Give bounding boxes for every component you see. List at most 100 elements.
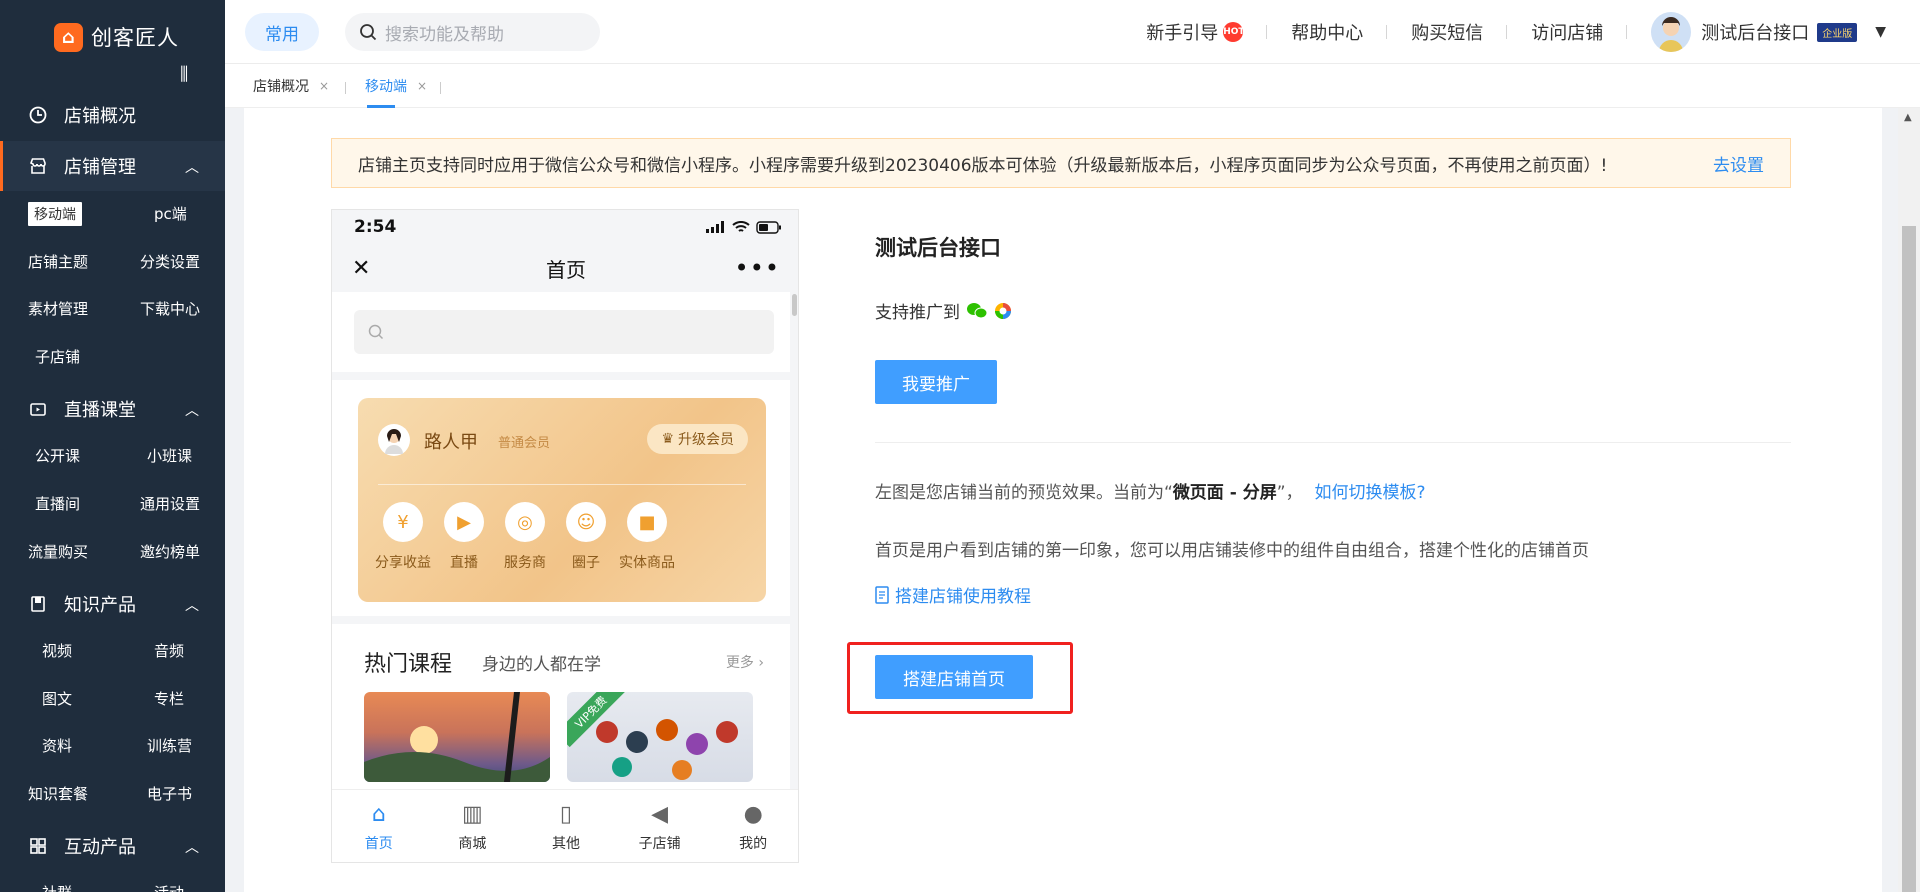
tab-overview[interactable]: 店铺概况 ×: [253, 64, 329, 108]
sidebar-section-label: 店铺管理: [64, 157, 136, 178]
tab-mobile[interactable]: 移动端 ×: [365, 64, 427, 108]
sidebar-item-bundle[interactable]: 知识套餐: [28, 783, 88, 804]
nav-help-center[interactable]: 帮助中心: [1267, 19, 1388, 45]
phone-tab-substore[interactable]: ◀ 子店铺: [613, 790, 707, 862]
sidebar-item-download[interactable]: 下载中心: [140, 298, 200, 319]
sidebar-item-ebook[interactable]: 电子书: [147, 783, 192, 804]
sidebar-section-shop[interactable]: 店铺管理 ︿: [0, 141, 225, 191]
sidebar-item-activity[interactable]: 活动: [154, 882, 184, 892]
phone-search-input[interactable]: [354, 310, 774, 354]
nav-visit-store[interactable]: 访问店铺: [1507, 19, 1628, 45]
phone-tab-mall[interactable]: ▥ 商城: [426, 790, 520, 862]
grid-icon: [28, 836, 48, 856]
sidebar-item-category[interactable]: 分类设置: [140, 251, 200, 272]
member-section: 路人甲 普通会员 ♛ 升级会员 ¥ 分享收益 ▶ 直播 ◎ 服务商 ☺ 圈子 ■…: [332, 380, 790, 616]
medal-icon: ◎: [505, 502, 545, 542]
build-homepage-button[interactable]: 搭建店铺首页: [875, 655, 1033, 699]
notice-settings-link[interactable]: 去设置: [1713, 151, 1764, 176]
tab-divider: [440, 82, 441, 94]
sidebar-item-substore[interactable]: 子店铺: [35, 346, 80, 367]
sidebar-item-traffic[interactable]: 流量购买: [28, 541, 88, 562]
book-icon: [28, 594, 48, 614]
phone-scrollbar[interactable]: [790, 292, 798, 789]
phone-tab-mine[interactable]: ● 我的: [706, 790, 798, 862]
chevron-up-icon: ︿: [185, 403, 199, 419]
sidebar-item-small-class[interactable]: 小班课: [147, 445, 192, 466]
close-tab-icon[interactable]: ×: [319, 79, 329, 93]
sidebar-item-live-room[interactable]: 直播间: [35, 493, 80, 514]
sidebar-item-community[interactable]: 社群: [42, 882, 72, 892]
top-bar: 常用 搜索功能及帮助 新手引导 HOT 帮助中心 购买短信 访问店铺 测试后台接…: [225, 0, 1920, 64]
user-menu[interactable]: 测试后台接口 企业版 ▼: [1627, 12, 1886, 52]
sidebar-item-invite-ranking[interactable]: 邀约榜单: [140, 541, 200, 562]
scrollbar-thumb[interactable]: [1902, 226, 1916, 892]
course-thumbnail[interactable]: [364, 692, 550, 782]
sidebar-item-video[interactable]: 视频: [42, 640, 72, 661]
member-item-label: 实体商品: [619, 555, 675, 571]
member-item-label: 服务商: [504, 555, 546, 571]
mini-program-icon: [995, 302, 1011, 319]
member-card: 路人甲 普通会员 ♛ 升级会员 ¥ 分享收益 ▶ 直播 ◎ 服务商 ☺ 圈子 ■…: [358, 398, 766, 602]
page-scrollbar[interactable]: ▲: [1898, 108, 1920, 892]
collapse-sidebar-icon[interactable]: ⫼: [180, 64, 188, 85]
phone-tab-home[interactable]: ⌂ 首页: [332, 790, 426, 862]
close-icon[interactable]: ✕: [352, 256, 370, 281]
hot-courses-title: 热门课程: [364, 652, 453, 677]
upgrade-member-button[interactable]: ♛ 升级会员: [647, 424, 748, 454]
member-item-label: 直播: [450, 555, 478, 571]
hot-courses-more-link[interactable]: 更多 ›: [726, 652, 764, 672]
chevron-up-icon: ︿: [185, 160, 199, 176]
sidebar-item-resource[interactable]: 资料: [42, 735, 72, 756]
battery-icon: [756, 220, 781, 234]
nav-label: 帮助中心: [1291, 23, 1364, 44]
search-icon: [368, 324, 384, 340]
search-icon: [360, 24, 377, 41]
course-thumbnail[interactable]: VIP免费: [567, 692, 753, 782]
close-tab-icon[interactable]: ×: [417, 79, 427, 93]
phone-time: 2:54: [354, 217, 397, 237]
sidebar-item-pc[interactable]: pc端: [154, 203, 187, 224]
phone-page-title: 首页: [546, 257, 586, 282]
home-icon: ⌂: [371, 801, 386, 827]
sidebar-section-label: 直播课堂: [64, 400, 136, 421]
sidebar-section-live[interactable]: 直播课堂 ︿: [0, 384, 225, 434]
scroll-up-icon[interactable]: ▲: [1904, 112, 1912, 123]
phone-tab-other[interactable]: ▯ 其他: [519, 790, 613, 862]
template-description: 左图是您店铺当前的预览效果。当前为“微页面 - 分屏”， 如何切换模板?: [875, 478, 1426, 503]
sidebar-item-open-class[interactable]: 公开课: [35, 445, 80, 466]
sidebar-item-article[interactable]: 图文: [42, 688, 72, 709]
desc-text: 左图是您店铺当前的预览效果。当前为“: [875, 483, 1173, 503]
tutorial-link[interactable]: 搭建店铺使用教程: [875, 582, 1031, 607]
status-icons: [706, 220, 782, 234]
more-icon[interactable]: •••: [735, 254, 780, 282]
chevron-up-icon: ︿: [185, 598, 199, 614]
sidebar-item-audio[interactable]: 音频: [154, 640, 184, 661]
document-icon: [875, 585, 889, 604]
sidebar-item-general-settings[interactable]: 通用设置: [140, 493, 200, 514]
sidebar-section-knowledge[interactable]: 知识产品 ︿: [0, 579, 225, 629]
sidebar-item-column[interactable]: 专栏: [154, 688, 184, 709]
tab-label: 移动端: [365, 79, 407, 95]
member-item-physical-goods[interactable]: ■ 实体商品: [610, 502, 684, 572]
sidebar-section-overview[interactable]: 店铺概况: [0, 90, 225, 140]
nav-label: 新手引导: [1146, 23, 1219, 44]
nav-label: 访问店铺: [1531, 23, 1604, 44]
hot-courses-subtitle: 身边的人都在学: [482, 655, 601, 675]
common-functions-button[interactable]: 常用: [245, 13, 319, 51]
sidebar-item-theme[interactable]: 店铺主题: [28, 251, 88, 272]
sidebar-item-camp[interactable]: 训练营: [147, 735, 192, 756]
phone-preview: 2:54 ✕ 首页 ••• 路人甲 普通会员 ♛ 升级会员 ¥ 分享收益 ▶ 直…: [331, 209, 799, 863]
search-input[interactable]: 搜索功能及帮助: [345, 13, 600, 51]
sidebar-section-interactive[interactable]: 互动产品 ︿: [0, 821, 225, 871]
nav-buy-sms[interactable]: 购买短信: [1387, 19, 1508, 45]
brand-logo[interactable]: ⌂ 创客匠人: [54, 22, 179, 52]
nav-beginner-guide[interactable]: 新手引导 HOT: [1122, 19, 1268, 45]
phone-tab-label: 子店铺: [638, 835, 681, 852]
promote-button[interactable]: 我要推广: [875, 360, 997, 404]
member-name: 路人甲: [424, 432, 478, 453]
member-level: 普通会员: [498, 436, 551, 451]
switch-template-link[interactable]: 如何切换模板?: [1315, 483, 1426, 503]
hot-badge: HOT: [1223, 22, 1245, 42]
sidebar-item-mobile[interactable]: 移动端: [28, 202, 82, 226]
sidebar-item-material[interactable]: 素材管理: [28, 298, 88, 319]
